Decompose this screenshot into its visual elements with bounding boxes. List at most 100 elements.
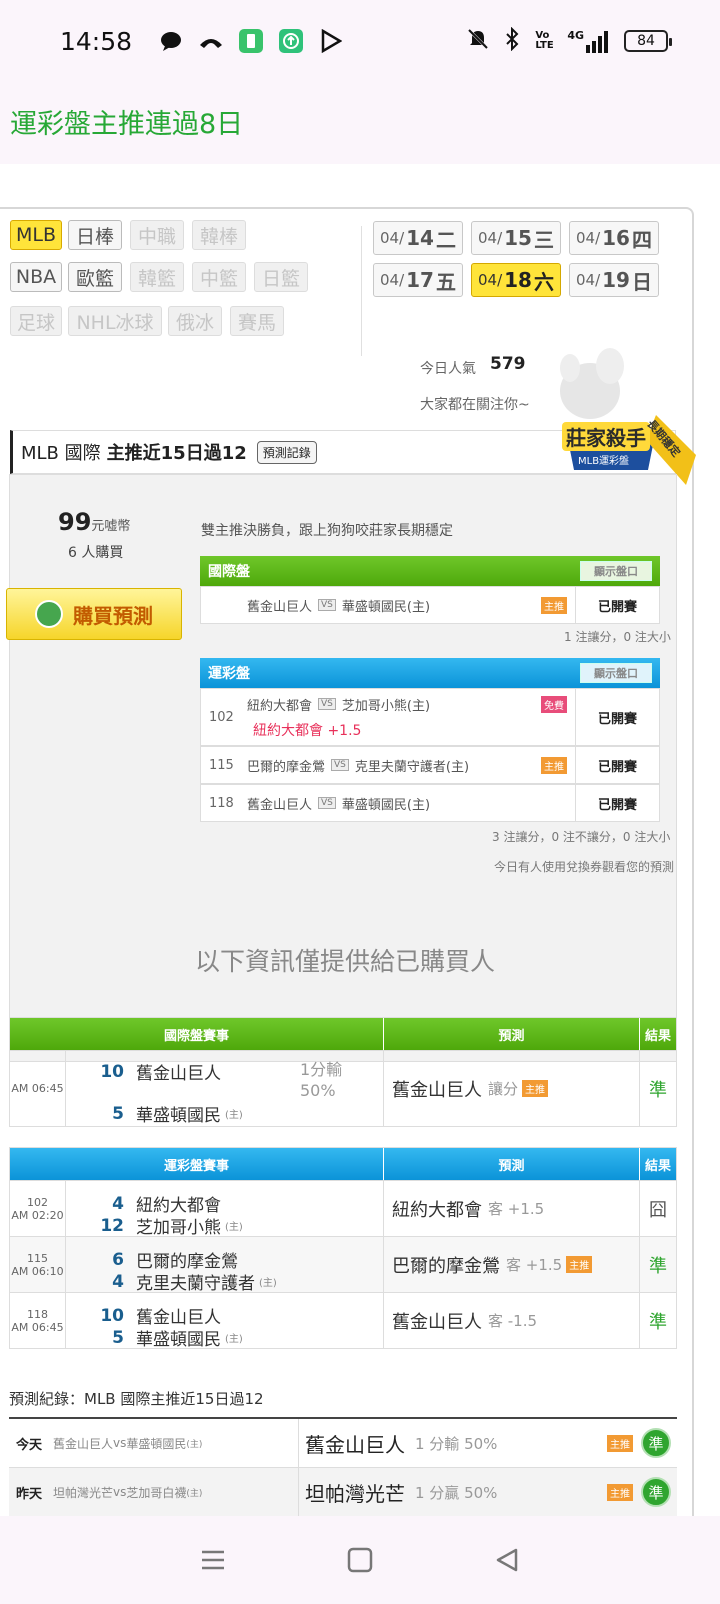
system-nav-bar <box>0 1516 720 1604</box>
sport-tab[interactable]: MLB <box>10 220 62 250</box>
home-mark: (主) <box>259 1278 277 1289</box>
game-row: 102 紐約大都會 VS 芝加哥小熊(主) 免費 紐約大都會 +1.5 已開賽 <box>200 688 660 746</box>
home-team: 華盛頓國民 <box>136 1330 221 1350</box>
game-number: 118 <box>27 1307 48 1321</box>
price: 99元嘘幣 <box>58 508 130 536</box>
score-cell: 10 舊金山巨人 5 華盛頓國民 (主) 1分輸 50% <box>66 1051 384 1126</box>
result-cell: 準 <box>649 1255 667 1277</box>
sport-tab[interactable]: 中籃 <box>192 262 246 292</box>
away-team: 舊金山巨人 <box>247 797 313 813</box>
sport-tab[interactable]: 中職 <box>130 220 184 250</box>
pick-team: 巴爾的摩金鶯 <box>392 1255 500 1277</box>
history-pick: 舊金山巨人 1 分輸 50% 主推 <box>299 1429 641 1458</box>
match-line: 舊金山巨人 VS 華盛頓國民(主) 主推 <box>247 596 575 615</box>
sport-title: 運彩盤 <box>208 666 250 682</box>
vs-text: vs <box>113 1436 127 1450</box>
away-score: 4 <box>112 1193 124 1214</box>
match-cell: 舊金山巨人 VS 華盛頓國民(主) <box>247 794 575 813</box>
menu-button[interactable] <box>193 1540 233 1580</box>
prediction-cell: 紐約大都會客 +1.5 <box>384 1181 640 1236</box>
away-team: 舊金山巨人 <box>247 599 313 615</box>
sport-tab[interactable]: 賽馬 <box>230 306 284 336</box>
pick-tag: 主推 <box>522 1080 549 1097</box>
date-prefix: 04/ <box>380 229 405 247</box>
sport-result-table: 運彩盤賽事 預測 結果 102 AM 02:20 4 紐約大都會 12 芝加哥小熊 (主) 紐… <box>9 1147 677 1350</box>
vs-text: vs <box>113 1485 127 1499</box>
match-line: 紐約大都會 VS 芝加哥小熊(主) 免費 <box>247 695 575 714</box>
prediction-cell: 舊金山巨人客 -1.5 <box>384 1293 640 1348</box>
chat-bubble-icon <box>158 28 184 54</box>
date-button[interactable]: 04/14 二 <box>373 221 463 255</box>
voucher-note: 今日有人使用兌換券觀看您的預測 <box>494 860 675 874</box>
vs-icon: VS <box>331 759 349 771</box>
date-day: 18 <box>504 268 532 292</box>
date-button[interactable]: 04/15 三 <box>471 221 561 255</box>
date-weekday: 五 <box>435 269 456 294</box>
sport-tab[interactable]: 足球 <box>10 306 62 336</box>
upload-app-icon <box>278 28 304 54</box>
home-square-icon <box>347 1547 373 1573</box>
date-button[interactable]: 04/18 六 <box>471 263 561 297</box>
time-cell: 102 AM 02:20 <box>10 1181 66 1236</box>
back-button[interactable] <box>487 1540 527 1580</box>
game-status: 已開賽 <box>575 747 659 783</box>
date-prefix: 04/ <box>478 229 503 247</box>
prediction-cell: 舊金山巨人 讓分 主推 <box>384 1051 640 1126</box>
result-row: 115 AM 06:10 6 巴爾的摩金鶯 4 克里夫蘭守護者 (主) 巴爾的摩金鶯客 +1.… <box>10 1236 676 1294</box>
play-store-icon <box>318 28 344 54</box>
date-prefix: 04/ <box>478 271 503 289</box>
away-team: 坦帕灣光芒 <box>53 1485 114 1500</box>
game-status: 已開賽 <box>575 785 659 821</box>
home-mark: (主) <box>186 1439 203 1450</box>
history-row[interactable]: 今天 舊金山巨人 vs 華盛頓國民 (主) 舊金山巨人 1 分輸 50% 主推準 <box>9 1419 677 1468</box>
pick-tag: 主推 <box>566 1256 593 1273</box>
intl-title: 國際盤 <box>208 564 250 580</box>
date-button[interactable]: 04/17 五 <box>373 263 463 297</box>
history-row[interactable]: 昨天 坦帕灣光芒 vs 芝加哥白襪 (主) 坦帕灣光芒 1 分贏 50% 主推準 <box>9 1468 677 1516</box>
pick-team: 坦帕灣光芒 <box>305 1481 405 1506</box>
line-percent: 50% <box>300 1081 336 1100</box>
home-mark: (主) <box>225 1110 243 1121</box>
match-cell: 舊金山巨人 VS 華盛頓國民(主) 主推 <box>247 596 575 615</box>
show-odds-button-2[interactable]: 顯示盤口 <box>580 663 652 683</box>
sport-tab[interactable]: 日籃 <box>254 262 308 292</box>
result-badge: 準 <box>641 1477 671 1507</box>
result-row: 118 AM 06:45 10 舊金山巨人 5 華盛頓國民 (主) 舊金山巨人客 -1.5 準 <box>10 1292 676 1350</box>
prediction-record-button[interactable]: 預測記錄 <box>256 440 317 464</box>
sport-tab[interactable]: 韓棒 <box>192 220 246 250</box>
date-button[interactable]: 04/16 四 <box>569 221 659 255</box>
sport-tab[interactable]: NHL冰球 <box>68 306 162 336</box>
home-team: 芝加哥小熊(主) <box>341 698 431 714</box>
sport-tab[interactable]: 俄冰 <box>168 306 222 336</box>
home-team: 華盛頓國民 <box>126 1436 187 1451</box>
buy-prediction-button[interactable]: 購買預測 <box>6 588 182 640</box>
home-row: 5 華盛頓國民 (主) <box>66 1101 384 1127</box>
date-weekday: 四 <box>631 227 652 252</box>
battery-icon: 84 <box>624 30 672 52</box>
signal-icon: 4G <box>567 29 608 53</box>
away-team: 紐約大都會 <box>247 698 313 714</box>
sport-tab[interactable]: NBA <box>10 262 62 292</box>
match-line: 巴爾的摩金鶯 VS 克里夫蘭守護者(主) 主推 <box>247 756 575 775</box>
pick-tag: 主推 <box>607 1483 633 1501</box>
pick-tag: 免費 <box>541 695 567 713</box>
price-unit: 元嘘幣 <box>91 519 131 534</box>
prediction-cell: 巴爾的摩金鶯客 +1.5 主推 <box>384 1237 640 1292</box>
score-cell: 4 紐約大都會 12 芝加哥小熊 (主) <box>66 1181 384 1238</box>
show-odds-button[interactable]: 顯示盤口 <box>580 561 652 581</box>
home-team: 華盛頓國民(主) <box>341 797 431 813</box>
sport-tab[interactable]: 韓籃 <box>130 262 184 292</box>
home-team: 克里夫蘭守護者 <box>136 1274 255 1294</box>
buyer-only-notice: 以下資訊僅提供給已購買人 <box>194 947 495 976</box>
game-time: AM 02:20 <box>11 1208 64 1222</box>
home-button[interactable] <box>340 1540 380 1580</box>
sport-tab[interactable]: 日棒 <box>68 220 122 250</box>
coin-icon <box>35 600 63 628</box>
back-triangle-icon <box>496 1548 517 1572</box>
sport-tab[interactable]: 歐籃 <box>68 262 122 292</box>
badge-sub: MLB運彩盤 <box>578 456 630 467</box>
date-button[interactable]: 04/19 日 <box>569 263 659 297</box>
intl-result-table: 國際盤賽事 預測 結果 AM 06:45 10 舊金山巨人 5 華盛頓國民 (主) 1分輸 5… <box>9 1017 677 1127</box>
web-content: MLB 日棒 中職 韓棒 NBA 歐籃 韓籃 中籃 日籃 足球 NHL冰球 俄冰 賽馬 04/14 二 04… <box>0 164 720 1516</box>
pick-team: 舊金山巨人 <box>392 1311 482 1333</box>
